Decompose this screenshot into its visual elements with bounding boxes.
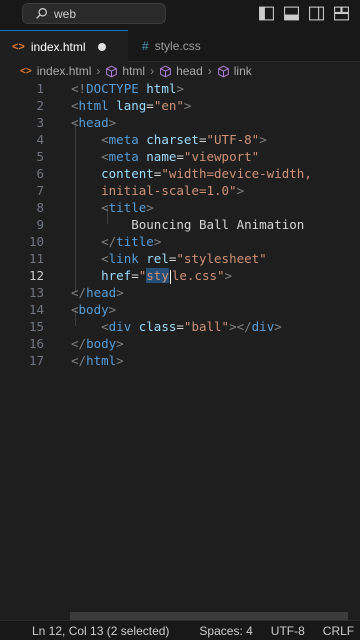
- element-cube-icon: [106, 65, 118, 77]
- token: "viewport": [183, 149, 260, 164]
- token: href: [101, 268, 132, 283]
- line-number: 6: [36, 166, 44, 181]
- token: html: [78, 98, 109, 113]
- chevron-right-icon: ›: [150, 64, 155, 78]
- token: lang: [116, 98, 147, 113]
- eol-setting[interactable]: CRLF: [323, 624, 354, 638]
- line-number: 7: [36, 183, 44, 198]
- line-number: 11: [28, 251, 44, 266]
- token: title: [108, 200, 147, 215]
- line-number: 3: [36, 115, 44, 130]
- chevron-right-icon: ›: [96, 64, 101, 78]
- html-file-icon: <>: [20, 65, 32, 77]
- token: content: [101, 166, 154, 181]
- token: name: [146, 149, 177, 164]
- token: div: [108, 319, 132, 334]
- title-bar: web: [0, 0, 360, 30]
- text-selection[interactable]: sty: [146, 268, 169, 283]
- indentation-setting[interactable]: Spaces: 4: [199, 624, 252, 638]
- customize-layout-icon[interactable]: [333, 5, 350, 22]
- token: meta: [108, 149, 139, 164]
- token: <!: [71, 81, 87, 96]
- token: html: [138, 81, 177, 96]
- breadcrumb-item[interactable]: head: [176, 64, 203, 78]
- line-number: 15: [28, 319, 44, 334]
- line-number: 17: [28, 353, 44, 368]
- token: div: [251, 319, 275, 334]
- line-number: 13: [28, 285, 44, 300]
- toggle-panel-icon[interactable]: [283, 5, 300, 22]
- line-number: 12: [28, 268, 44, 283]
- token: body: [86, 336, 117, 351]
- css-file-icon: #: [142, 39, 149, 53]
- line-number: 5: [36, 149, 44, 164]
- text-cursor: [169, 269, 171, 284]
- element-cube-icon: [160, 65, 171, 77]
- breadcrumb-item[interactable]: html: [122, 64, 145, 78]
- token: link: [108, 251, 139, 266]
- tab-style-css[interactable]: # style.css: [128, 30, 213, 62]
- tab-label: style.css: [154, 39, 201, 53]
- token: meta: [108, 132, 139, 147]
- search-icon: [36, 8, 47, 19]
- cursor-position[interactable]: Ln 12, Col 13 (2 selected): [32, 624, 169, 638]
- html-file-icon: <>: [12, 40, 25, 53]
- line-number: 9: [36, 217, 44, 232]
- token: rel: [146, 251, 169, 266]
- token: charset: [146, 132, 199, 147]
- tab-index-html[interactable]: <> index.html: [0, 30, 128, 62]
- token: head: [78, 115, 109, 130]
- token: Bouncing Ball Animation: [131, 217, 305, 232]
- encoding-setting[interactable]: UTF-8: [271, 624, 305, 638]
- command-center-search[interactable]: web: [22, 3, 166, 24]
- token: "ball": [183, 319, 230, 334]
- breadcrumb-item[interactable]: index.html: [37, 64, 92, 78]
- toggle-primary-sidebar-icon[interactable]: [258, 5, 275, 22]
- tab-label: index.html: [30, 39, 86, 54]
- line-number: 1: [36, 81, 44, 96]
- unsaved-dot-icon[interactable]: [97, 42, 106, 51]
- line-number: 14: [28, 302, 44, 317]
- token: body: [78, 302, 109, 317]
- breadcrumb-item[interactable]: link: [234, 64, 252, 78]
- editor-tabs: <> index.html # style.css: [0, 30, 360, 62]
- token: head: [86, 285, 117, 300]
- token: "width=device-width,: [161, 166, 312, 181]
- token: "en": [153, 98, 184, 113]
- line-number: 2: [36, 98, 44, 113]
- breadcrumb: <> index.html › html › head › link: [0, 62, 360, 80]
- token: DOCTYPE: [86, 81, 139, 96]
- token: >: [176, 81, 184, 96]
- line-number: 10: [28, 234, 44, 249]
- code-editor[interactable]: 1 <!DOCTYPE html> 2 <html lang="en"> 3 <hea…: [0, 80, 360, 620]
- token: "UTF-8": [206, 132, 260, 147]
- element-cube-icon: [217, 65, 229, 77]
- token: "stylesheet": [176, 251, 267, 266]
- token: html: [86, 353, 117, 368]
- token: initial-scale=1.0": [101, 183, 237, 198]
- line-number: 8: [36, 200, 44, 215]
- chevron-right-icon: ›: [207, 64, 212, 78]
- token: title: [116, 234, 154, 249]
- line-number: 4: [36, 132, 44, 147]
- line-number: 16: [28, 336, 44, 351]
- status-bar: Ln 12, Col 13 (2 selected) Spaces: 4 UTF…: [0, 620, 360, 640]
- search-text: web: [54, 6, 77, 21]
- token: class: [138, 319, 177, 334]
- toggle-secondary-sidebar-icon[interactable]: [308, 5, 325, 22]
- token: e.css": [179, 268, 225, 283]
